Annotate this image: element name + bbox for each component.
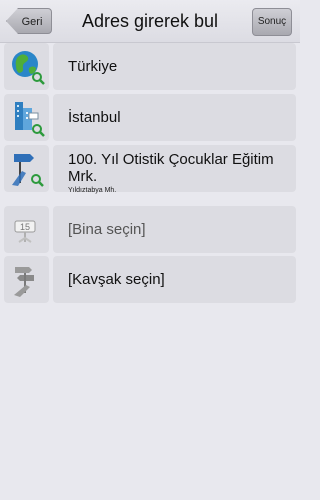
building-label: [Bina seçin] [68, 221, 146, 238]
page-title: Adres girerek bul [81, 11, 219, 31]
back-button[interactable]: Geri [6, 8, 52, 34]
city-row[interactable]: İstanbul [4, 94, 296, 141]
street-sign-search-icon [4, 145, 49, 192]
crossroad-row[interactable]: [Kavşak seçin] [4, 256, 296, 303]
header-bar: Geri Adres girerek bul Sonuç [0, 0, 300, 43]
crossroad-sign-icon [4, 256, 49, 303]
street-field[interactable]: 100. Yıl Otistik Çocuklar Eğitim Mrk. Yı… [53, 145, 296, 194]
crossroad-label: [Kavşak seçin] [68, 271, 165, 288]
city-buildings-search-icon [4, 94, 49, 141]
building-row[interactable]: 15 [Bina seçin] [4, 206, 296, 253]
crossroad-field[interactable]: [Kavşak seçin] [53, 256, 296, 303]
city-label: İstanbul [68, 109, 121, 126]
building-field[interactable]: [Bina seçin] [53, 206, 296, 253]
street-row[interactable]: 100. Yıl Otistik Çocuklar Eğitim Mrk. Yı… [4, 145, 296, 194]
country-label: Türkiye [68, 58, 118, 75]
street-label: 100. Yıl Otistik Çocuklar Eğitim Mrk. [68, 151, 274, 185]
globe-search-icon [4, 43, 49, 90]
street-district-label: Yıldıztabya Mh. [68, 187, 117, 194]
country-field[interactable]: Türkiye [53, 43, 296, 90]
house-number-badge: 15 [20, 222, 30, 232]
country-row[interactable]: Türkiye [4, 43, 296, 90]
house-number-icon: 15 [4, 206, 49, 253]
result-button[interactable]: Sonuç [252, 8, 292, 36]
city-field[interactable]: İstanbul [53, 94, 296, 141]
